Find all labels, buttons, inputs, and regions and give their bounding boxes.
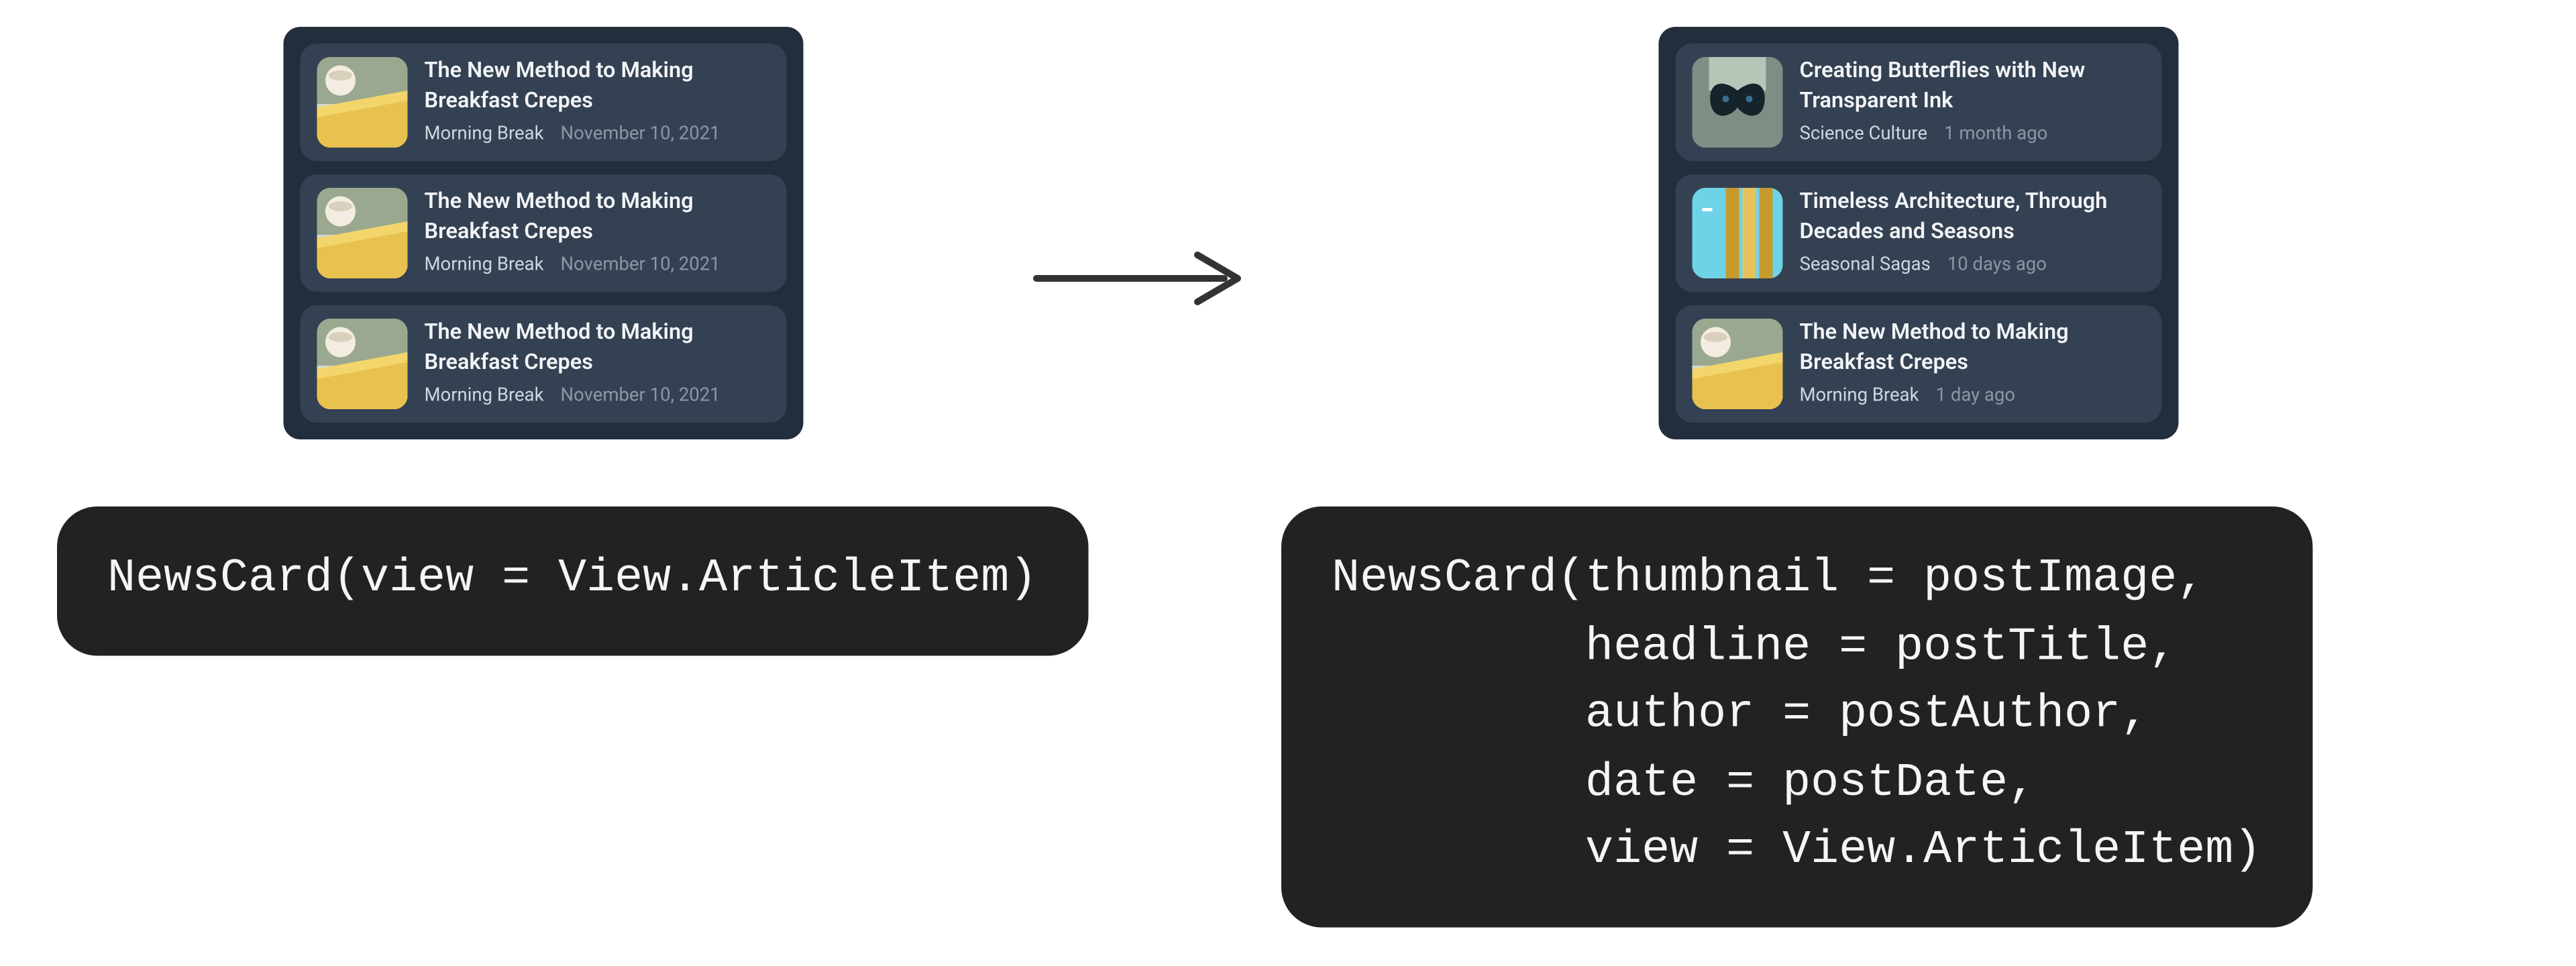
- article-author: Morning Break: [425, 123, 544, 145]
- right-column: Creating Butterflies with New Transparen…: [1281, 27, 2556, 927]
- article-author: Morning Break: [1800, 384, 1919, 407]
- article-date: November 10, 2021: [561, 123, 720, 145]
- article-title: Timeless Architecture, Through Decades a…: [1800, 188, 2145, 247]
- article-title: The New Method to Making Breakfast Crepe…: [425, 319, 770, 378]
- news-card: The New Method to Making Breakfast Crepe…: [1676, 305, 2162, 423]
- article-text: Creating Butterflies with New Transparen…: [1800, 57, 2145, 145]
- article-meta: Morning Break November 10, 2021: [425, 384, 770, 407]
- article-thumbnail: [1693, 188, 1783, 278]
- article-title: The New Method to Making Breakfast Crepe…: [425, 57, 770, 116]
- news-card: The New Method to Making Breakfast Crepe…: [301, 174, 787, 292]
- article-author: Seasonal Sagas: [1800, 254, 1931, 276]
- news-card: The New Method to Making Breakfast Crepe…: [301, 44, 787, 161]
- article-thumbnail: [317, 319, 408, 409]
- news-card: The New Method to Making Breakfast Crepe…: [301, 305, 787, 423]
- left-column: The New Method to Making Breakfast Crepe…: [40, 27, 1046, 655]
- article-text: Timeless Architecture, Through Decades a…: [1800, 188, 2145, 276]
- article-meta: Morning Break November 10, 2021: [425, 123, 770, 145]
- article-meta: Morning Break November 10, 2021: [425, 254, 770, 276]
- article-meta: Seasonal Sagas 10 days ago: [1800, 254, 2145, 276]
- article-thumbnail: [317, 188, 408, 278]
- article-title: Creating Butterflies with New Transparen…: [1800, 57, 2145, 116]
- article-author: Morning Break: [425, 254, 544, 276]
- article-date: 1 day ago: [1936, 384, 2015, 407]
- article-text: The New Method to Making Breakfast Crepe…: [1800, 319, 2145, 407]
- article-date: November 10, 2021: [561, 254, 720, 276]
- code-snippet-left: NewsCard(view = View.ArticleItem): [57, 506, 1087, 655]
- news-card: Creating Butterflies with New Transparen…: [1676, 44, 2162, 161]
- code-snippet-right: NewsCard(thumbnail = postImage, headline…: [1281, 506, 2312, 927]
- news-card: Timeless Architecture, Through Decades a…: [1676, 174, 2162, 292]
- article-date: 10 days ago: [1947, 254, 2047, 276]
- article-title: The New Method to Making Breakfast Crepe…: [1800, 319, 2145, 378]
- article-thumbnail: [317, 57, 408, 148]
- article-meta: Morning Break 1 day ago: [1800, 384, 2145, 407]
- article-date: 1 month ago: [1944, 123, 2047, 145]
- article-text: The New Method to Making Breakfast Crepe…: [425, 57, 770, 145]
- article-author: Morning Break: [425, 384, 544, 407]
- article-author: Science Culture: [1800, 123, 1928, 145]
- article-text: The New Method to Making Breakfast Crepe…: [425, 319, 770, 407]
- article-title: The New Method to Making Breakfast Crepe…: [425, 188, 770, 247]
- article-text: The New Method to Making Breakfast Crepe…: [425, 188, 770, 276]
- article-list-left: The New Method to Making Breakfast Crepe…: [284, 27, 804, 439]
- article-thumbnail: [1693, 57, 1783, 148]
- arrow-icon: [1030, 245, 1248, 312]
- article-thumbnail: [1693, 319, 1783, 409]
- article-list-right: Creating Butterflies with New Transparen…: [1659, 27, 2179, 439]
- article-meta: Science Culture 1 month ago: [1800, 123, 2145, 145]
- article-date: November 10, 2021: [561, 384, 720, 407]
